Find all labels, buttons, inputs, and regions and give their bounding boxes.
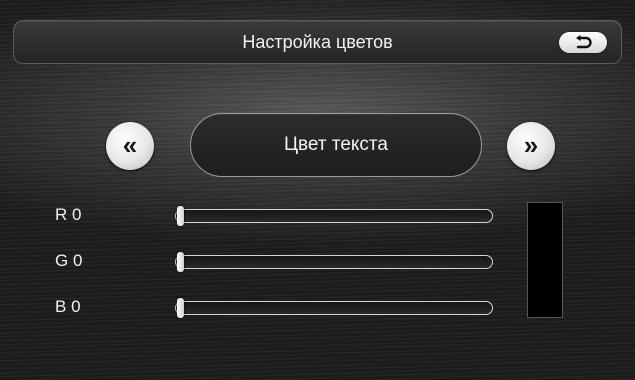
double-chevron-left-icon: «	[122, 130, 138, 160]
slider-label-g: G 0	[55, 251, 82, 271]
color-settings-screen: Настройка цветов « Цвет текста » R 0 G 0…	[0, 0, 635, 380]
slider-value-g: 0	[72, 251, 83, 270]
slider-channel-r: R	[55, 205, 68, 224]
page-title: Настройка цветов	[242, 32, 393, 52]
return-arrow-icon	[576, 35, 592, 49]
next-button[interactable]: »	[507, 122, 555, 170]
previous-button[interactable]: «	[106, 122, 154, 170]
color-target-selector[interactable]: Цвет текста	[190, 113, 482, 177]
double-chevron-right-icon: »	[523, 130, 539, 160]
slider-track-b[interactable]	[175, 298, 493, 318]
color-target-label: Цвет текста	[284, 134, 388, 155]
back-button[interactable]	[559, 32, 607, 53]
slider-thumb-g[interactable]	[177, 252, 184, 272]
slider-channel-b: B	[55, 297, 67, 316]
slider-value-r: 0	[72, 205, 82, 224]
color-preview-swatch	[527, 202, 563, 318]
slider-label-r: R 0	[55, 205, 81, 225]
slider-channel-g: G	[55, 251, 69, 270]
title-bar: Настройка цветов	[13, 20, 622, 64]
slider-track-r[interactable]	[175, 206, 493, 226]
slider-value-b: 0	[71, 297, 81, 316]
slider-thumb-r[interactable]	[177, 206, 184, 226]
slider-thumb-b[interactable]	[177, 298, 184, 318]
slider-track-g[interactable]	[175, 252, 493, 272]
slider-label-b: B 0	[55, 297, 81, 317]
